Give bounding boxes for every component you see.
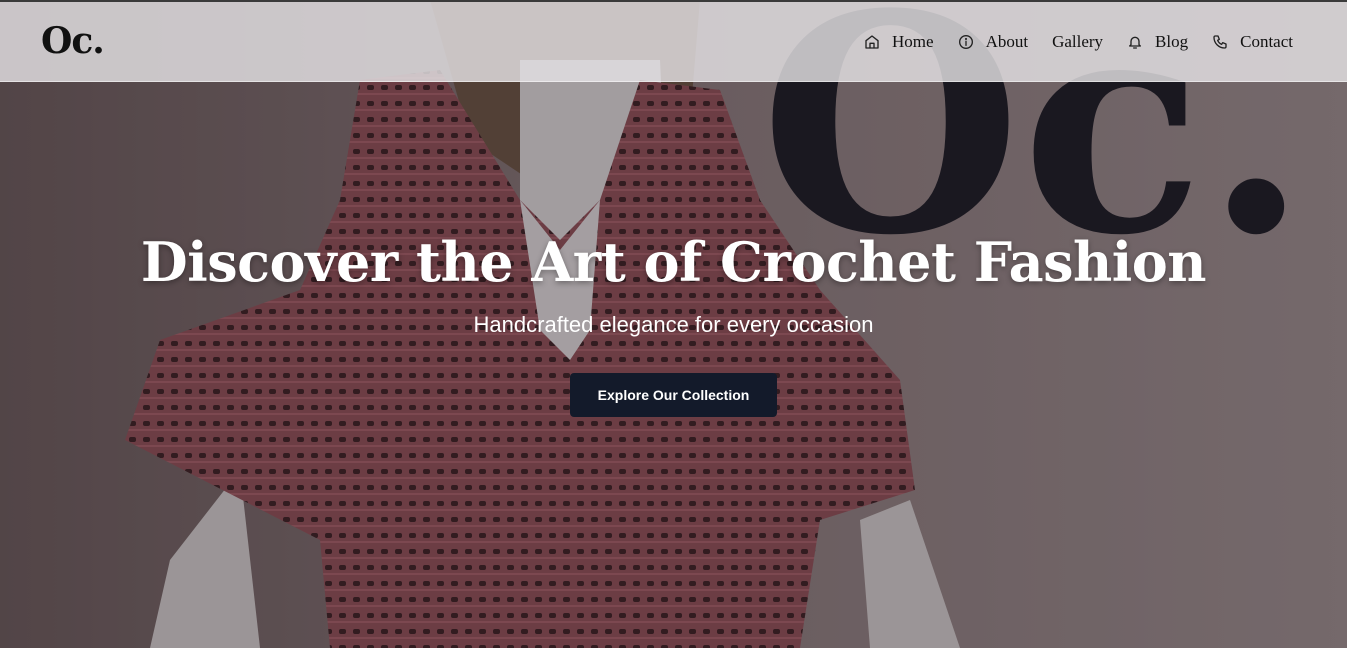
hero-title: Discover the Art of Crochet Fashion	[140, 230, 1207, 294]
phone-icon	[1213, 35, 1227, 49]
home-icon	[865, 35, 879, 49]
nav-label-blog: Blog	[1155, 32, 1189, 51]
nav-label-contact: Contact	[1240, 32, 1293, 51]
nav-label-about: About	[985, 32, 1029, 51]
nav-label-gallery: Gallery	[1052, 32, 1104, 51]
nav-item-home[interactable]: Home	[864, 32, 934, 52]
brand-logo[interactable]: Oc.	[41, 20, 105, 62]
main-nav: Home About Gallery Blog Contact	[840, 32, 1293, 52]
bell-icon	[1129, 36, 1142, 49]
nav-item-blog[interactable]: Blog	[1127, 32, 1188, 52]
info-icon	[958, 35, 973, 49]
hero-section: Oc. Discover the Art of Crochet Fashion …	[0, 0, 1347, 648]
nav-item-contact[interactable]: Contact	[1212, 32, 1293, 52]
hero-subtitle: Handcrafted elegance for every occasion	[473, 312, 874, 337]
nav-item-about[interactable]: About	[958, 32, 1029, 52]
explore-collection-button[interactable]: Explore Our Collection	[570, 373, 777, 417]
nav-label-home: Home	[892, 32, 934, 51]
navbar: Oc. Home About Gallery Blog Contact	[0, 0, 1347, 82]
hero-content: Discover the Art of Crochet Fashion Hand…	[0, 230, 1347, 417]
nav-item-gallery[interactable]: Gallery	[1052, 32, 1103, 52]
